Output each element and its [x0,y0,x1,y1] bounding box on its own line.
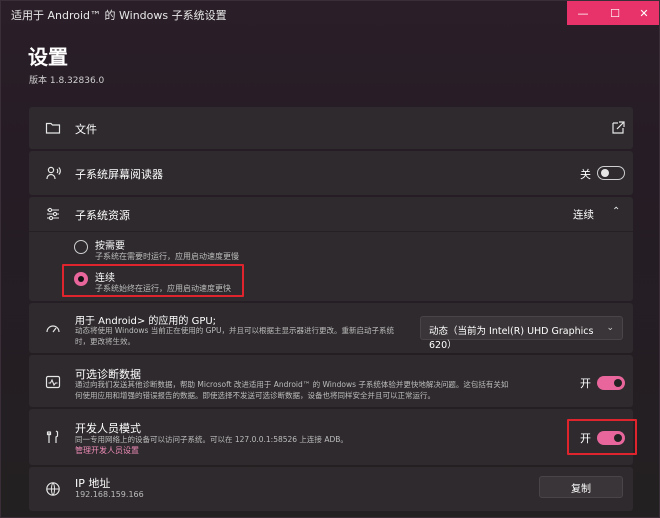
title-bar: 适用于 Android™ 的 Windows 子系统设置 — ☐ ✕ [1,1,659,27]
screen-reader-state: 关 [580,168,591,181]
tools-icon [44,428,62,446]
ip-value: 192.168.159.166 [75,490,144,499]
maximize-icon: ☐ [610,6,620,20]
minimize-button[interactable]: — [567,1,599,25]
sliders-icon [44,205,62,223]
close-button[interactable]: ✕ [629,1,659,25]
page-title: 设置 [28,45,68,69]
diagnostics-toggle[interactable] [597,376,625,390]
gpu-desc-line2: 时，更改将生效。 [75,337,135,346]
gpu-dropdown[interactable]: 动态（当前为 Intel(R) UHD Graphics 620） ⌄ [420,316,623,351]
highlight-box-continuous [62,264,244,297]
option-on-demand-label: 按需要 [95,241,125,252]
version-text: 版本 1.8.32836.0 [29,76,105,86]
copy-button[interactable]: 复制 [539,476,623,498]
copy-button-label: 复制 [571,483,591,495]
diagnostics-state: 开 [580,377,591,390]
diagnostics-row: 可选诊断数据 通过向我们发送其他诊断数据，帮助 Microsoft 改进适用于 … [29,355,633,407]
gauge-icon [44,319,62,337]
toggle-knob [601,169,609,177]
folder-icon [44,119,62,137]
ip-address-row: IP 地址 192.168.159.166 复制 [29,467,633,511]
close-icon: ✕ [639,6,649,20]
manage-developer-settings-link[interactable]: 管理开发人员设置 [75,445,139,456]
radio-on-demand[interactable] [74,240,88,254]
screen-reader-label: 子系统屏幕阅读器 [75,168,163,181]
chevron-up-icon[interactable]: ⌃ [612,206,620,217]
minimize-icon: — [577,6,589,20]
developer-mode-row: 开发人员模式 同一专用网络上的设备可以访问子系统。可以在 127.0.0.1:5… [29,409,633,465]
gpu-desc-line1: 动态将使用 Windows 当前正在使用的 GPU，并且可以根据主显示器进行更改… [75,326,394,335]
option-on-demand-desc: 子系统在需要时运行，应用启动速度更慢 [95,252,239,261]
globe-icon [44,480,62,498]
divider [29,231,633,232]
files-row[interactable]: 文件 [29,107,633,149]
window-title: 适用于 Android™ 的 Windows 子系统设置 [11,9,227,22]
settings-window: 适用于 Android™ 的 Windows 子系统设置 — ☐ ✕ 设置 版本… [0,0,660,518]
developer-desc: 同一专用网络上的设备可以访问子系统。可以在 127.0.0.1:58526 上连… [75,435,348,444]
screen-reader-row: 子系统屏幕阅读器 关 [29,151,633,195]
toggle-knob [614,379,622,387]
screen-reader-toggle[interactable] [597,166,625,180]
resources-value: 连续 [573,209,594,221]
activity-icon [44,373,62,391]
chevron-down-icon: ⌄ [606,323,614,333]
maximize-button[interactable]: ☐ [599,1,631,25]
screen-reader-icon [44,164,62,182]
resources-label: 子系统资源 [75,209,130,222]
highlight-box-developer-toggle [567,419,637,455]
diagnostics-desc-line1: 通过向我们发送其他诊断数据，帮助 Microsoft 改进适用于 Android… [75,380,509,389]
gpu-selected-value: 动态（当前为 Intel(R) UHD Graphics 620） [429,326,594,351]
gpu-row: 用于 Android> 的应用的 GPU; 动态将使用 Windows 当前正在… [29,303,633,353]
diagnostics-desc-line2: 何使用应用和增强的错误报告的数据。即使选择不发送可选诊断数据，设备也将同样安全并… [75,391,435,400]
external-link-icon[interactable] [609,119,627,137]
files-label: 文件 [75,123,97,136]
